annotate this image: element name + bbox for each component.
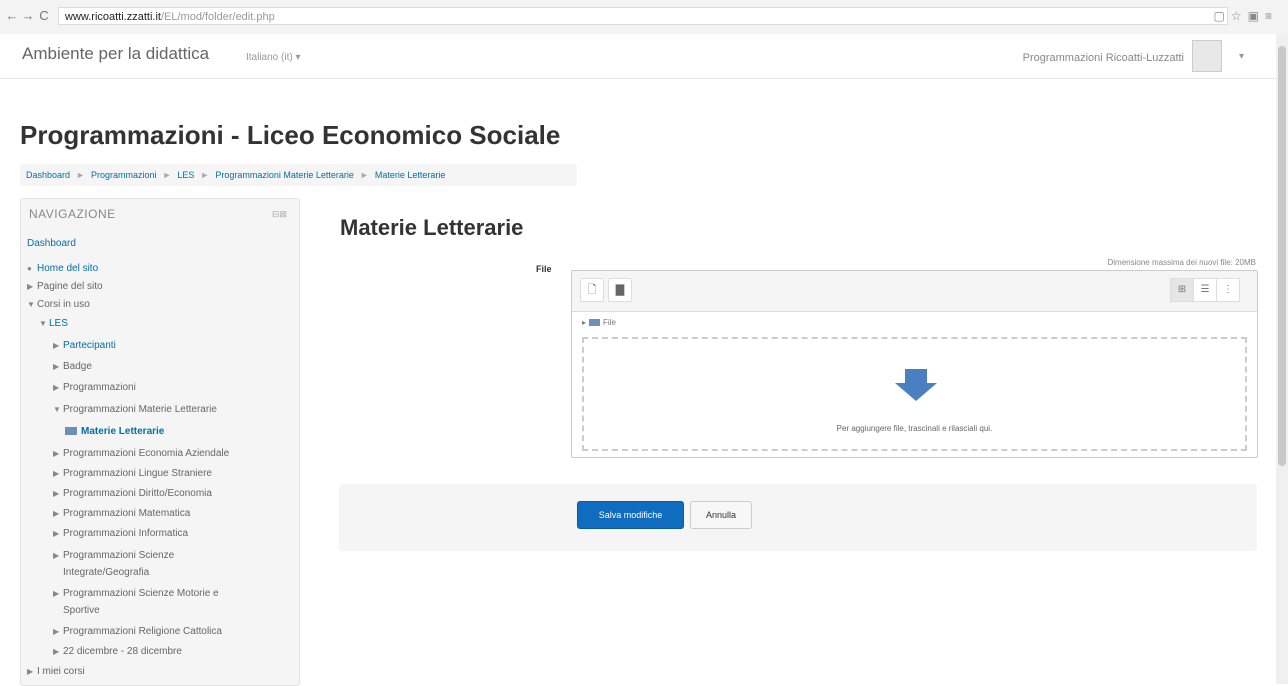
breadcrumb: Dashboard ► Programmazioni ► LES ► Programmazi… [20, 164, 577, 186]
avatar[interactable] [1192, 40, 1222, 72]
navigation-block: NAVIGAZIONE ⊟⊠ Dashboard ● Home del sito … [20, 198, 300, 686]
back-icon[interactable]: ← [4, 8, 20, 24]
nav-item-religione[interactable]: ▶ Programmazioni Religione Cattolica [53, 625, 222, 638]
extension-icon[interactable]: ▣ [1248, 9, 1265, 23]
file-manager-toolbar: 🗋 ▇ ⊞ ☰ ⋮ [572, 271, 1257, 312]
address-bar[interactable]: www.ricoatti.zzatti.it/EL/mod/folder/edi… [58, 7, 1228, 25]
nav-item-economia-aziendale[interactable]: ▶ Programmazioni Economia Aziendale [53, 447, 229, 460]
nav-item-scienze-motorie-cont[interactable]: Sportive [63, 604, 100, 617]
drop-zone-text: Per aggiungere file, trascinali e rilasc… [836, 424, 993, 433]
site-brand[interactable]: Ambiente per la didattica [22, 44, 209, 64]
user-name[interactable]: Programmazioni Ricoatti-Luzzatti [1023, 52, 1184, 64]
star-icon[interactable]: ☆ [1231, 9, 1248, 23]
nav-item-courses[interactable]: ▼ Corsi in uso [27, 298, 90, 311]
view-icons-icon[interactable]: ⊞ [1170, 278, 1194, 302]
breadcrumb-item[interactable]: Materie Letterarie [375, 170, 446, 180]
top-navbar: Ambiente per la didattica Italiano (it) … [0, 34, 1276, 79]
add-file-icon[interactable]: 🗋 [580, 278, 604, 302]
nav-item-scienze-integrate-cont[interactable]: Integrate/Geografia [63, 566, 149, 579]
nav-item-home[interactable]: ● Home del sito [27, 262, 98, 275]
breadcrumb-item[interactable]: Programmazioni [91, 170, 157, 180]
nav-item-prog-materie-letterarie[interactable]: ▼ Programmazioni Materie Letterarie [53, 403, 217, 416]
page-title: Programmazioni - Liceo Economico Sociale [20, 120, 561, 150]
reload-icon[interactable]: C [36, 8, 52, 24]
nav-item-materie-letterarie[interactable]: Materie Letterarie [65, 425, 164, 438]
file-manager: 🗋 ▇ ⊞ ☰ ⋮ ▸ File Per aggiungere file, tra… [571, 270, 1258, 458]
nav-item-badge[interactable]: ▶ Badge [53, 360, 92, 373]
nav-item-informatica[interactable]: ▶ Programmazioni Informatica [53, 527, 188, 540]
nav-item-my-courses[interactable]: ▶ I miei corsi [27, 665, 85, 678]
nav-item-scienze-motorie[interactable]: ▶ Programmazioni Scienze Motorie e [53, 587, 219, 600]
browser-icons[interactable]: ▢☆▣≡ [1214, 9, 1278, 23]
browser-toolbar: ← → C www.ricoatti.zzatti.it/EL/mod/fold… [0, 0, 1288, 35]
nav-item-scienze-integrate[interactable]: ▶ Programmazioni Scienze [53, 549, 174, 562]
url-domain: www.ricoatti.zzatti.it [65, 11, 161, 23]
language-menu[interactable]: Italiano (it) ▾ [246, 52, 300, 63]
breadcrumb-item[interactable]: LES [177, 170, 194, 180]
breadcrumb-item[interactable]: Programmazioni Materie Letterarie [215, 170, 354, 180]
nav-item-les[interactable]: ▼ LES [39, 317, 68, 330]
nav-item-matematica[interactable]: ▶ Programmazioni Matematica [53, 507, 190, 520]
save-button[interactable]: Salva modifiche [577, 501, 684, 529]
nav-item-week[interactable]: ▶ 22 dicembre - 28 dicembre [53, 645, 182, 658]
folder-icon [589, 319, 601, 327]
block-controls-icon[interactable]: ⊟⊠ [272, 209, 287, 220]
nav-item-diritto-economia[interactable]: ▶ Programmazioni Diritto/Economia [53, 487, 212, 500]
url-path: /EL/mod/folder/edit.php [160, 11, 275, 23]
nav-item-participants[interactable]: ▶ Partecipanti [53, 339, 116, 352]
file-field-label: File [536, 264, 552, 274]
create-folder-icon[interactable]: ▇ [608, 278, 632, 302]
view-list-icon[interactable]: ☰ [1193, 278, 1217, 302]
file-path[interactable]: ▸ File [582, 318, 616, 327]
nav-item-programmazioni[interactable]: ▶ Programmazioni [53, 381, 136, 394]
form-actions: Salva modifiche Annulla [339, 484, 1257, 551]
max-size-text: Dimensione massima dei nuovi file: 20MB [1107, 258, 1256, 267]
page-icon[interactable]: ▢ [1214, 9, 1231, 23]
block-title: NAVIGAZIONE [29, 207, 116, 221]
scrollbar-thumb[interactable] [1278, 46, 1286, 466]
view-tree-icon[interactable]: ⋮ [1216, 278, 1240, 302]
forward-icon[interactable]: → [20, 8, 36, 24]
menu-icon[interactable]: ≡ [1265, 9, 1278, 23]
drop-zone[interactable]: Per aggiungere file, trascinali e rilasc… [582, 337, 1247, 451]
scrollbar[interactable] [1276, 34, 1288, 684]
section-heading: Materie Letterarie [340, 215, 524, 240]
nav-item-site-pages[interactable]: ▶ Pagine del sito [27, 280, 103, 293]
breadcrumb-item[interactable]: Dashboard [26, 170, 70, 180]
chevron-down-icon[interactable]: ▾ [1239, 51, 1244, 62]
folder-icon [65, 427, 77, 436]
nav-item-lingue-straniere[interactable]: ▶ Programmazioni Lingue Straniere [53, 467, 212, 480]
cancel-button[interactable]: Annulla [690, 501, 752, 529]
nav-item-dashboard[interactable]: Dashboard [27, 237, 76, 250]
